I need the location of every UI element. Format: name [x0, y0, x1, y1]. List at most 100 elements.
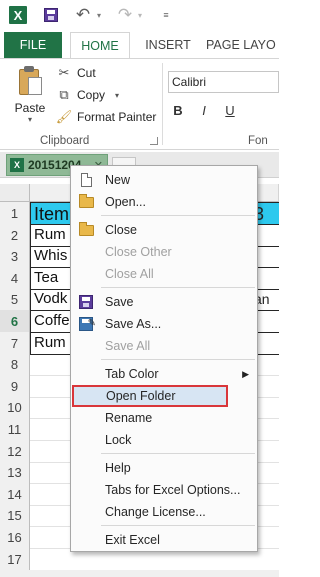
menu-item-close-all: Close All [71, 263, 257, 285]
menu-separator [101, 215, 255, 216]
menu-item-label: Open Folder [106, 389, 176, 403]
tab-page-layout[interactable]: PAGE LAYO [206, 32, 286, 58]
redo-button[interactable]: ↷ [116, 5, 134, 25]
menu-item-change-license[interactable]: Change License... [71, 501, 257, 523]
menu-item-label: Tabs for Excel Options... [105, 483, 241, 497]
undo-button[interactable]: ↶ [74, 5, 92, 25]
grid-bottom-edge [0, 570, 279, 577]
cut-button[interactable]: ✂ Cut [56, 63, 96, 83]
row-number[interactable]: 7 [0, 331, 30, 355]
cell-a[interactable]: Vodk [30, 288, 72, 312]
row-number[interactable]: 13 [0, 461, 30, 485]
menu-item-close[interactable]: Close [71, 219, 257, 241]
menu-item-new[interactable]: New [71, 169, 257, 191]
row-number[interactable]: 15 [0, 504, 30, 528]
save-icon [44, 8, 58, 22]
cell-a[interactable]: Coffe [30, 310, 72, 333]
menu-item-label: Close Other [105, 245, 172, 259]
menu-item-label: New [105, 173, 131, 187]
menu-item-help[interactable]: Help [71, 457, 257, 479]
group-divider [162, 63, 163, 145]
menu-item-tabs-for-excel-options[interactable]: Tabs for Excel Options... [71, 479, 257, 501]
menu-item-rename[interactable]: Rename [71, 407, 257, 429]
cell-a[interactable]: Rum [30, 331, 72, 355]
row-number[interactable]: 4 [0, 266, 30, 290]
bold-button[interactable]: B [172, 103, 184, 118]
undo-dropdown-icon[interactable]: ▾ [95, 5, 103, 25]
row-number[interactable]: 2 [0, 223, 30, 247]
menu-item-label: Help [105, 461, 131, 475]
submenu-arrow-icon: ▶ [242, 369, 249, 379]
row-number[interactable]: 12 [0, 439, 30, 463]
row-number[interactable]: 11 [0, 418, 30, 441]
menu-item-label: Lock [105, 433, 132, 447]
copy-button[interactable]: ⧉ Copy ▾ [56, 85, 119, 105]
menu-item-save[interactable]: Save [71, 291, 257, 313]
ribbon-home: Paste ▾ ✂ Cut ⧉ Copy ▾ 🖌 Format Painter … [0, 58, 279, 150]
excel-app-icon[interactable]: X [8, 5, 28, 25]
copy-dropdown-icon[interactable]: ▾ [115, 91, 119, 100]
tab-file[interactable]: FILE [4, 32, 62, 58]
scissors-icon: ✂ [58, 65, 70, 80]
row-number[interactable]: 8 [0, 353, 30, 377]
menu-item-lock[interactable]: Lock [71, 429, 257, 451]
copy-label: Copy [77, 88, 106, 102]
quick-save-button[interactable] [42, 5, 60, 25]
row-number[interactable]: 16 [0, 526, 30, 549]
menu-separator [101, 287, 255, 288]
customize-quick-access-icon[interactable]: ≡ [160, 5, 172, 25]
cell-a[interactable]: Rum [30, 223, 72, 247]
underline-button[interactable]: U [224, 103, 236, 118]
font-group-label: Fon [248, 135, 268, 147]
row-number[interactable]: 3 [0, 245, 30, 269]
menu-item-exit-excel[interactable]: Exit Excel [71, 529, 257, 551]
menu-item-save-all: Save All [71, 335, 257, 357]
row-number[interactable]: 14 [0, 482, 30, 506]
open-folder-icon [78, 193, 94, 210]
clipboard-group-label: Clipboard [40, 135, 90, 147]
menu-item-label: Open... [105, 195, 146, 209]
cell-a[interactable]: Item [30, 202, 72, 225]
menu-item-label: Save All [105, 339, 151, 353]
menu-separator [101, 359, 255, 360]
row-number[interactable]: 1 [0, 202, 30, 225]
row-number[interactable]: 9 [0, 374, 30, 398]
cell-a[interactable]: Tea [30, 266, 72, 290]
menu-item-label: Save As... [105, 317, 162, 331]
menu-item-open-folder[interactable]: Open Folder [72, 385, 228, 407]
paste-button[interactable]: Paste ▾ [10, 63, 50, 124]
menu-item-label: Exit Excel [105, 533, 160, 547]
format-painter-button[interactable]: 🖌 Format Painter [55, 107, 157, 127]
ribbon-tabs: FILE HOME INSERT PAGE LAYO [0, 32, 279, 59]
row-number[interactable]: 6 [0, 310, 30, 333]
row-number[interactable]: 10 [0, 396, 30, 420]
close-document-icon [78, 221, 94, 238]
menu-item-label: Save [105, 295, 134, 309]
menu-item-open[interactable]: Open... [71, 191, 257, 213]
menu-item-save-as[interactable]: Save As... [71, 313, 257, 335]
format-painter-label: Format Painter [77, 110, 157, 124]
italic-button[interactable]: I [198, 103, 210, 118]
excel-icon: X [9, 6, 27, 24]
cell-a[interactable]: Whis [30, 245, 72, 269]
clipboard-dialog-launcher-icon[interactable] [150, 137, 158, 145]
menu-item-label: Rename [105, 411, 153, 425]
menu-item-tab-color[interactable]: Tab Color ▶ [71, 363, 257, 385]
row-number[interactable]: 5 [0, 288, 30, 312]
paintbrush-icon: 🖌 [55, 109, 73, 124]
redo-dropdown-icon[interactable]: ▾ [136, 5, 144, 25]
tab-context-menu: New Open... Close Close Other Close All Save S… [70, 165, 258, 552]
row-number[interactable]: 17 [0, 547, 30, 571]
tab-insert[interactable]: INSERT [140, 32, 196, 58]
tab-home[interactable]: HOME [70, 32, 130, 59]
title-bar: X ↶ ▾ ↷ ▾ ≡ [0, 0, 279, 30]
select-all-corner[interactable] [0, 184, 30, 202]
menu-separator [101, 525, 255, 526]
paste-dropdown-icon[interactable]: ▾ [10, 115, 50, 124]
menu-item-label: Close All [105, 267, 154, 281]
font-name-combobox[interactable]: Calibri [168, 71, 279, 93]
menu-separator [101, 453, 255, 454]
save-as-icon [78, 313, 96, 335]
menu-item-label: Change License... [105, 505, 206, 519]
excel-icon: X [10, 158, 24, 172]
